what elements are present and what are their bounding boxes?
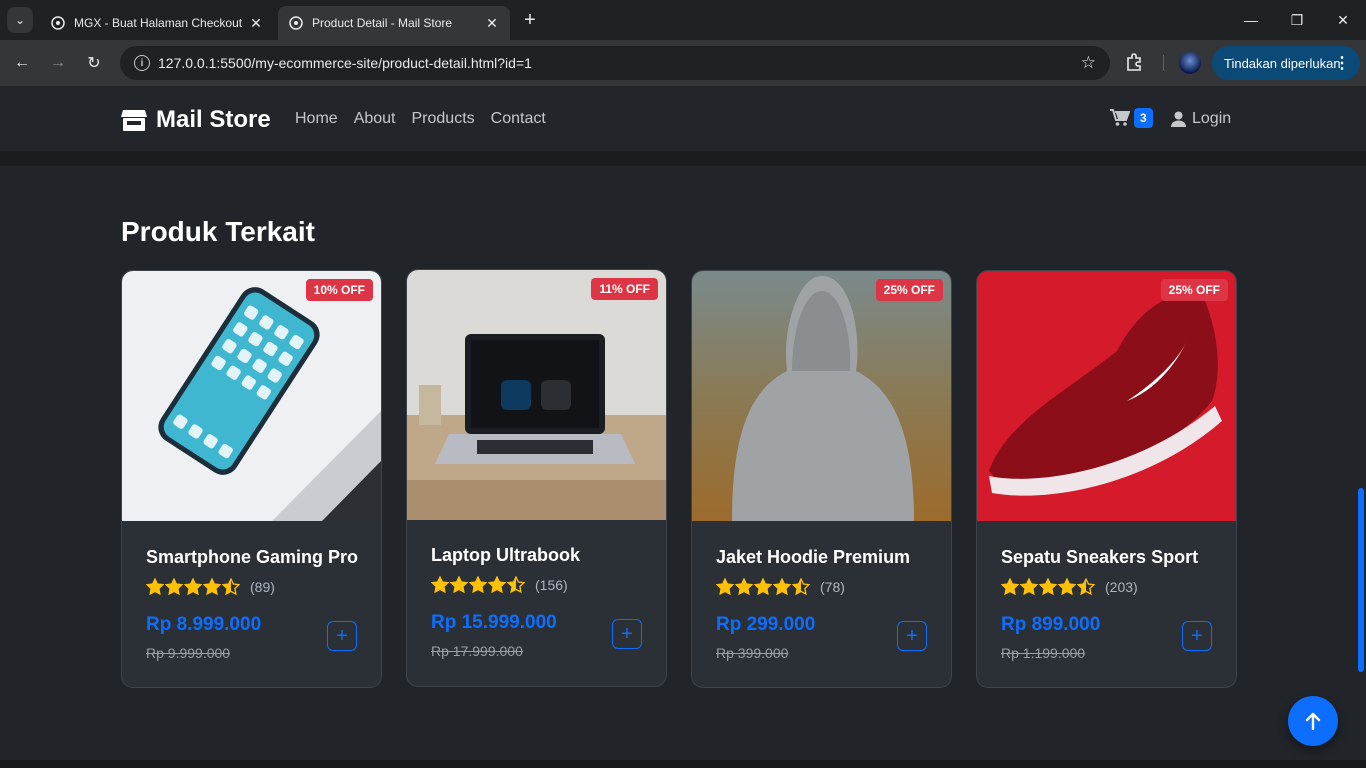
close-tab-icon[interactable]: ✕ — [484, 15, 500, 32]
back-icon[interactable]: ← — [7, 48, 37, 78]
scrollbar-thumb[interactable] — [1358, 488, 1364, 672]
footer-edge — [0, 760, 1366, 768]
product-old-price: Rp 9.999.000 — [146, 645, 231, 661]
product-price: Rp 899.000 — [1001, 614, 1101, 635]
login-label: Login — [1192, 110, 1232, 127]
browser-tab-title: MGX - Buat Halaman Checkout — [74, 16, 243, 30]
brand-name: Mail Store — [156, 106, 271, 133]
related-products-title: Produk Terkait — [121, 216, 315, 247]
product-image-sneakers[interactable]: 25% OFF — [977, 271, 1236, 521]
review-count: (203) — [1105, 578, 1138, 595]
action-required-button[interactable]: Tindakan diperlukan ⋮ — [1212, 46, 1360, 80]
product-name[interactable]: Jaket Hoodie Premium — [716, 547, 910, 568]
product-card[interactable]: 11% OFF Laptop Ultrabook (156) Rp 15.999… — [406, 269, 667, 687]
cart-icon — [1110, 109, 1130, 126]
plus-icon: + — [1191, 624, 1203, 647]
url-text: 127.0.0.1:5500/my-ecommerce-site/product… — [158, 55, 532, 71]
product-price: Rp 15.999.000 — [431, 612, 557, 633]
product-rating: (89) — [146, 578, 275, 595]
product-price: Rp 299.000 — [716, 614, 816, 635]
product-image-hoodie[interactable]: 25% OFF — [692, 271, 951, 521]
product-card[interactable]: 25% OFF Sepatu Sneakers Sport (203) Rp 8… — [976, 270, 1237, 688]
star-rating-icon — [716, 578, 810, 595]
mgx-favicon-icon — [50, 15, 66, 31]
arrow-up-icon — [1305, 712, 1321, 730]
nav-link-home[interactable]: Home — [295, 110, 338, 128]
product-image-laptop[interactable]: 11% OFF — [407, 270, 666, 520]
extensions-icon[interactable] — [1124, 52, 1146, 74]
product-old-price: Rp 399.000 — [716, 645, 789, 661]
forward-icon[interactable]: → — [43, 48, 73, 78]
review-count: (78) — [820, 578, 845, 595]
star-rating-icon — [146, 578, 240, 595]
product-old-price: Rp 1.199.000 — [1001, 645, 1086, 661]
main-nav: Home About Products Contact — [295, 110, 546, 128]
add-to-cart-button[interactable]: + — [1182, 621, 1212, 651]
profile-avatar[interactable] — [1179, 52, 1201, 74]
product-old-price: Rp 17.999.000 — [431, 643, 523, 659]
toolbar-divider — [1163, 55, 1164, 71]
star-rating-icon — [1001, 578, 1095, 595]
product-card[interactable]: 10% OFF Smartphone Gaming Pro (89) Rp 8.… — [121, 270, 382, 688]
section-divider — [0, 152, 1366, 166]
plus-icon: + — [336, 624, 348, 647]
nav-link-contact[interactable]: Contact — [491, 110, 546, 128]
cart-button[interactable]: 3 — [1110, 108, 1153, 128]
discount-badge: 11% OFF — [591, 278, 658, 300]
star-rating-icon — [431, 576, 525, 593]
product-rating: (78) — [716, 578, 845, 595]
discount-badge: 10% OFF — [305, 279, 373, 301]
discount-badge: 25% OFF — [1160, 279, 1228, 301]
product-name[interactable]: Sepatu Sneakers Sport — [1001, 547, 1198, 568]
product-rating: (203) — [1001, 578, 1138, 595]
scroll-to-top-button[interactable] — [1288, 696, 1338, 746]
add-to-cart-button[interactable]: + — [897, 621, 927, 651]
site-info-icon[interactable]: i — [134, 55, 150, 71]
add-to-cart-button[interactable]: + — [612, 619, 642, 649]
page-viewport: Mail Store Home About Products Contact 3… — [0, 86, 1366, 768]
address-bar[interactable]: i 127.0.0.1:5500/my-ecommerce-site/produ… — [120, 46, 1110, 80]
new-tab-icon[interactable]: + — [518, 8, 542, 32]
close-tab-icon[interactable]: ✕ — [248, 15, 264, 32]
nav-link-about[interactable]: About — [354, 110, 396, 128]
review-count: (156) — [535, 576, 568, 593]
user-icon — [1171, 111, 1186, 127]
plus-icon: + — [906, 624, 918, 647]
site-navbar: Mail Store Home About Products Contact 3… — [0, 86, 1366, 152]
minimize-icon[interactable]: — — [1228, 0, 1274, 40]
product-name[interactable]: Smartphone Gaming Pro — [146, 547, 358, 568]
product-name[interactable]: Laptop Ultrabook — [431, 545, 580, 566]
browser-toolbar: ← → ↻ i 127.0.0.1:5500/my-ecommerce-site… — [0, 40, 1366, 86]
close-window-icon[interactable]: ✕ — [1320, 0, 1366, 40]
browser-tabstrip: ⌄ MGX - Buat Halaman Checkout ✕ Product … — [0, 0, 1366, 40]
cart-count-badge: 3 — [1134, 108, 1153, 128]
brand-logo[interactable]: Mail Store — [121, 106, 271, 134]
add-to-cart-button[interactable]: + — [327, 621, 357, 651]
product-price: Rp 8.999.000 — [146, 614, 262, 635]
reload-icon[interactable]: ↻ — [79, 48, 109, 78]
mailstore-favicon-icon — [288, 15, 304, 31]
product-card[interactable]: 25% OFF Jaket Hoodie Premium (78) Rp 299… — [691, 270, 952, 688]
restore-icon[interactable]: ❐ — [1274, 0, 1320, 40]
discount-badge: 25% OFF — [875, 279, 943, 301]
browser-tab-0[interactable]: MGX - Buat Halaman Checkout ✕ — [40, 6, 274, 40]
browser-tab-title: Product Detail - Mail Store — [312, 16, 453, 30]
product-image-smartphone[interactable]: 10% OFF — [122, 271, 381, 521]
more-menu-icon: ⋮ — [1334, 55, 1350, 72]
plus-icon: + — [621, 622, 633, 645]
bookmark-star-icon[interactable]: ☆ — [1081, 53, 1096, 73]
nav-link-products[interactable]: Products — [412, 110, 475, 128]
review-count: (89) — [250, 578, 275, 595]
tab-search-button[interactable]: ⌄ — [7, 7, 33, 33]
action-required-label: Tindakan diperlukan — [1224, 55, 1341, 71]
login-link[interactable]: Login — [1171, 110, 1231, 128]
browser-tab-1[interactable]: Product Detail - Mail Store ✕ — [278, 6, 510, 40]
product-rating: (156) — [431, 576, 568, 593]
store-icon — [121, 110, 147, 131]
